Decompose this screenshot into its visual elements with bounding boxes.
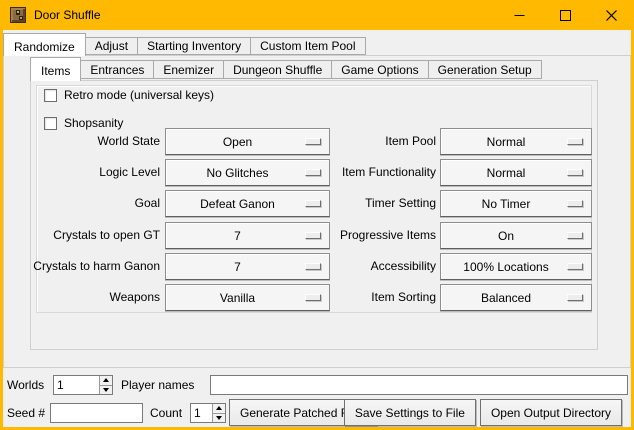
progressive-items-value: On — [498, 229, 514, 243]
accessibility-value: 100% Locations — [463, 260, 548, 274]
count-spin-buttons — [212, 404, 225, 422]
worlds-value: 1 — [57, 376, 64, 394]
item-sorting-value: Balanced — [481, 291, 531, 305]
dropdown-indicator-icon — [567, 169, 583, 176]
seed-label: Seed # — [7, 400, 45, 426]
worlds-spin-down-button[interactable] — [99, 385, 112, 395]
tab-items[interactable]: Items — [30, 57, 81, 81]
weapons-label: Weapons — [23, 284, 160, 311]
retro-mode-label: Retro mode (universal keys) — [64, 89, 214, 102]
item-functionality-dropdown[interactable]: Normal — [440, 159, 592, 186]
count-spin-down-button[interactable] — [212, 413, 225, 423]
goal-label: Goal — [23, 190, 160, 217]
progressive-items-label: Progressive Items — [273, 222, 436, 249]
client-area: Randomize Adjust Starting Inventory Cust… — [3, 30, 631, 427]
app-window: Door Shuffle Randomize — [0, 0, 634, 430]
count-label: Count — [150, 400, 182, 426]
window-title: Door Shuffle — [34, 8, 101, 22]
tab-dungeon-shuffle[interactable]: Dungeon Shuffle — [223, 60, 332, 79]
count-value: 1 — [194, 404, 201, 422]
dropdown-indicator-icon — [567, 138, 583, 145]
weapons-value: Vanilla — [220, 291, 255, 305]
crystals-ganon-value: 7 — [234, 260, 241, 274]
logic-level-label: Logic Level — [23, 159, 160, 186]
worlds-spin-buttons — [99, 376, 112, 394]
tab-game-options[interactable]: Game Options — [331, 60, 428, 79]
logic-level-value: No Glitches — [206, 166, 268, 180]
retro-mode-checkbox[interactable] — [44, 89, 57, 102]
open-output-directory-button[interactable]: Open Output Directory — [480, 399, 622, 426]
tab-custom-item-pool[interactable]: Custom Item Pool — [250, 37, 365, 55]
minimize-icon — [514, 10, 525, 21]
player-names-label: Player names — [121, 374, 194, 396]
main-tabbar: Randomize Adjust Starting Inventory Cust… — [3, 33, 366, 56]
accessibility-label: Accessibility — [273, 253, 436, 280]
worlds-spin-up-button[interactable] — [99, 376, 112, 385]
down-arrow-icon — [216, 416, 222, 420]
crystals-ganon-label: Crystals to harm Ganon — [23, 253, 160, 280]
titlebar: Door Shuffle — [0, 0, 634, 30]
tab-entrances[interactable]: Entrances — [80, 60, 154, 79]
worlds-label: Worlds — [7, 374, 44, 396]
tab-randomize[interactable]: Randomize — [3, 33, 86, 56]
world-state-value: Open — [223, 135, 252, 149]
close-button[interactable] — [588, 0, 634, 30]
seed-input[interactable] — [50, 403, 143, 423]
tab-starting-inventory[interactable]: Starting Inventory — [137, 37, 251, 55]
progressive-items-dropdown[interactable]: On — [440, 222, 592, 249]
timer-setting-value: No Timer — [482, 197, 531, 211]
tab-generation-setup[interactable]: Generation Setup — [428, 60, 542, 79]
item-functionality-label: Item Functionality — [273, 159, 436, 186]
timer-setting-label: Timer Setting — [273, 190, 436, 217]
minimize-button[interactable] — [496, 0, 542, 30]
worlds-spinbox[interactable]: 1 — [53, 375, 113, 395]
caption-buttons — [496, 0, 634, 30]
save-settings-button[interactable]: Save Settings to File — [344, 399, 476, 426]
count-spinbox[interactable]: 1 — [190, 403, 226, 423]
dropdown-indicator-icon — [567, 200, 583, 207]
sub-tabbar: Items Entrances Enemizer Dungeon Shuffle… — [30, 57, 542, 81]
item-sorting-label: Item Sorting — [273, 284, 436, 311]
world-state-label: World State — [23, 128, 160, 155]
maximize-icon — [560, 10, 571, 21]
count-spin-up-button[interactable] — [212, 404, 225, 413]
crystals-gt-value: 7 — [234, 229, 241, 243]
tab-enemizer[interactable]: Enemizer — [153, 60, 224, 79]
down-arrow-icon — [103, 388, 109, 392]
dropdown-indicator-icon — [567, 232, 583, 239]
dropdown-indicator-icon — [567, 294, 583, 301]
player-names-input[interactable] — [210, 375, 628, 395]
dropdown-indicator-icon — [567, 263, 583, 270]
item-pool-dropdown[interactable]: Normal — [440, 128, 592, 155]
maximize-button[interactable] — [542, 0, 588, 30]
up-arrow-icon — [216, 406, 222, 410]
timer-setting-dropdown[interactable]: No Timer — [440, 190, 592, 217]
item-pool-label: Item Pool — [273, 128, 436, 155]
item-pool-value: Normal — [487, 135, 526, 149]
retro-mode-checkbox-row[interactable]: Retro mode (universal keys) — [44, 89, 214, 102]
tab-adjust[interactable]: Adjust — [85, 37, 138, 55]
item-sorting-dropdown[interactable]: Balanced — [440, 284, 592, 311]
bottom-right-buttons: Save Settings to File Open Output Direct… — [344, 399, 622, 426]
app-door-icon — [10, 7, 26, 23]
close-icon — [606, 10, 617, 21]
goal-value: Defeat Ganon — [200, 197, 275, 211]
item-functionality-value: Normal — [487, 166, 526, 180]
accessibility-dropdown[interactable]: 100% Locations — [440, 253, 592, 280]
crystals-gt-label: Crystals to open GT — [23, 222, 160, 249]
up-arrow-icon — [103, 378, 109, 382]
